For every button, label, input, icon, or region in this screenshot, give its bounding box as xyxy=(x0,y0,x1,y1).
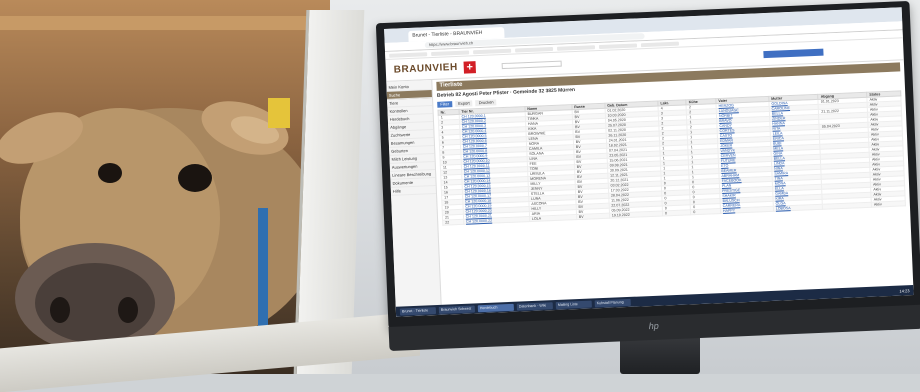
search-input[interactable] xyxy=(501,60,562,69)
table-cell xyxy=(822,202,872,210)
print-button[interactable]: Drucken xyxy=(475,98,497,106)
export-button[interactable]: Export xyxy=(455,99,473,107)
table-cell: 0 xyxy=(662,209,691,216)
search-button[interactable] xyxy=(763,48,824,59)
taskbar-app[interactable]: Mailing Liste xyxy=(555,300,592,309)
bookmark[interactable] xyxy=(640,41,680,47)
app-layout: Mein Konto Suche Tiere Kontrollen Herdebuch A… xyxy=(386,60,913,317)
hp-logo-icon: hp xyxy=(648,320,659,332)
filter-button[interactable]: Filter xyxy=(437,100,453,108)
animal-table: Nr. Tier Nr. Name Rasse Geb. Datum Lakt. Kühe V… xyxy=(438,90,906,226)
brand-logo[interactable]: BRAUNVIEH xyxy=(394,62,458,76)
barn-beam xyxy=(0,16,330,30)
bookmark[interactable] xyxy=(431,49,470,56)
table-cell: 0 xyxy=(690,208,721,215)
bookmark[interactable] xyxy=(556,44,596,51)
taskbar-app[interactable]: Kuhstall Planung xyxy=(594,298,631,307)
main-content: Tierliste Betrieb 82 Agosti Peter Pfiste… xyxy=(432,60,913,315)
bookmark[interactable] xyxy=(389,51,428,58)
cow-illustration xyxy=(0,98,320,358)
swiss-cross-icon: + xyxy=(463,60,476,74)
table-cell: Aktiv xyxy=(871,200,906,208)
taskbar-app[interactable]: Herdebuch xyxy=(477,303,514,312)
table-cell: BV xyxy=(576,213,610,220)
taskbar-clock: 14:23 xyxy=(899,287,910,294)
table-cell: 22 xyxy=(442,219,464,226)
bookmark[interactable] xyxy=(598,42,638,49)
monitor-screen: Brunet - Tierliste - BRAUNVIEH https://w… xyxy=(384,7,914,317)
taskbar-app[interactable]: Datenbank - Wiki xyxy=(516,301,553,311)
bookmark[interactable] xyxy=(514,46,554,53)
monitor: Brunet - Tierliste - BRAUNVIEH https://w… xyxy=(375,0,920,352)
taskbar-app[interactable]: Brunet - Tierliste xyxy=(399,306,437,316)
bookmark[interactable] xyxy=(473,48,512,54)
sidebar-item[interactable]: Hilfe xyxy=(390,185,437,196)
taskbar-app[interactable]: Braunvieh Schweiz xyxy=(438,304,475,314)
